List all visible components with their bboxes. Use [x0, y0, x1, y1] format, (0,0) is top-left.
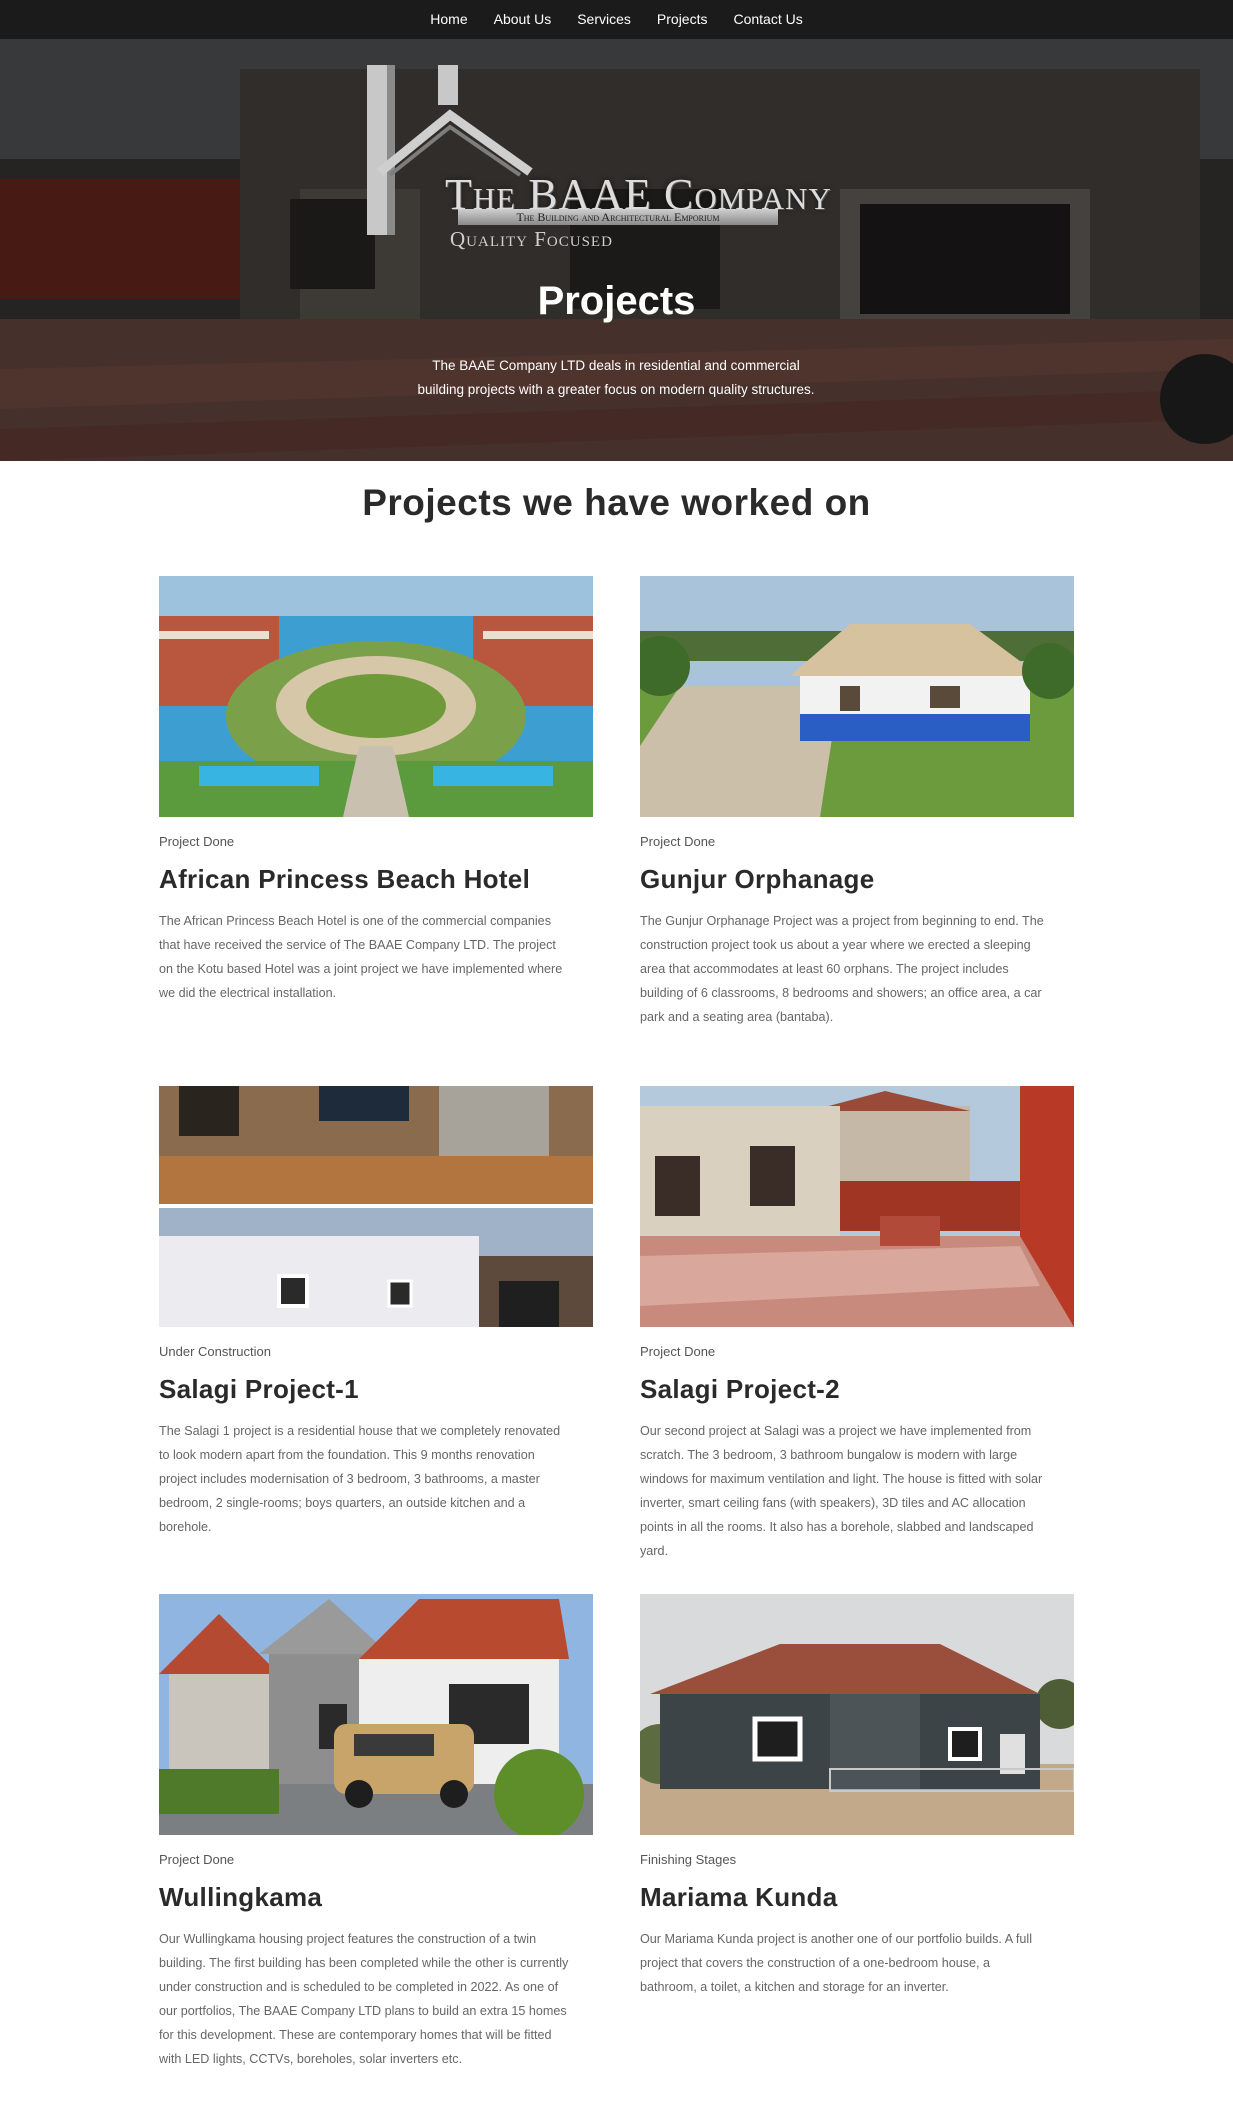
project-status: Under Construction — [159, 1344, 271, 1359]
hero-title: Projects — [537, 279, 696, 323]
project-image[interactable] — [640, 1594, 1074, 1835]
logo-tagline: Quality Focused — [450, 227, 613, 251]
project-card-wullingkama: Project Done Wullingkama Our Wullingkama… — [159, 1594, 593, 2071]
project-status: Project Done — [640, 834, 716, 849]
section-title: Projects we have worked on — [362, 482, 871, 523]
project-status: Project Done — [159, 1852, 235, 1867]
top-navigation: Home About Us Services Projects Contact … — [0, 0, 1233, 39]
project-description: Our second project at Salagi was a proje… — [640, 1424, 1043, 1558]
project-title[interactable]: Gunjur Orphanage — [640, 862, 1074, 896]
nav-link-contact-us[interactable]: Contact Us — [720, 0, 815, 39]
project-image[interactable] — [159, 1594, 593, 1835]
project-image[interactable] — [640, 576, 1074, 817]
nav-link-projects[interactable]: Projects — [644, 0, 721, 39]
project-card-gunjur-orphanage: Project Done Gunjur Orphanage The Gunjur… — [640, 576, 1074, 1029]
project-title[interactable]: Salagi Project-1 — [159, 1372, 593, 1406]
project-status: Finishing Stages — [640, 1852, 737, 1867]
project-status: Project Done — [159, 834, 235, 849]
project-description: Our Mariama Kunda project is another one… — [640, 1932, 1033, 1994]
nav-link-services[interactable]: Services — [564, 0, 644, 39]
project-status: Project Done — [640, 1344, 716, 1359]
project-card-salagi-2: Project Done Salagi Project-2 Our second… — [640, 1086, 1074, 1563]
project-image[interactable] — [159, 1086, 593, 1327]
project-image[interactable] — [640, 1086, 1074, 1327]
hero-description: The BAAE Company LTD deals in residentia… — [417, 358, 815, 397]
project-image[interactable] — [159, 576, 593, 817]
company-logo-icon — [367, 65, 533, 235]
hero-banner: The BAAE Company The Building and Archit… — [0, 39, 1233, 461]
project-description: The Gunjur Orphanage Project was a proje… — [640, 914, 1044, 1024]
project-description: The African Princess Beach Hotel is one … — [159, 914, 563, 1000]
project-title[interactable]: Mariama Kunda — [640, 1880, 1074, 1914]
logo-subtitle: The Building and Architectural Emporium — [458, 209, 778, 225]
nav-link-home[interactable]: Home — [417, 0, 480, 39]
project-title[interactable]: African Princess Beach Hotel — [159, 862, 593, 896]
project-card-african-princess: Project Done African Princess Beach Hote… — [159, 576, 593, 1005]
project-description: The Salagi 1 project is a residential ho… — [159, 1424, 561, 1534]
project-card-mariama-kunda: Finishing Stages Mariama Kunda Our Maria… — [640, 1594, 1074, 1999]
project-card-salagi-1: Under Construction Salagi Project-1 The … — [159, 1086, 593, 1539]
project-title[interactable]: Wullingkama — [159, 1880, 593, 1914]
project-description: Our Wullingkama housing project features… — [159, 1932, 569, 2066]
project-title[interactable]: Salagi Project-2 — [640, 1372, 1074, 1406]
nav-link-about-us[interactable]: About Us — [481, 0, 565, 39]
